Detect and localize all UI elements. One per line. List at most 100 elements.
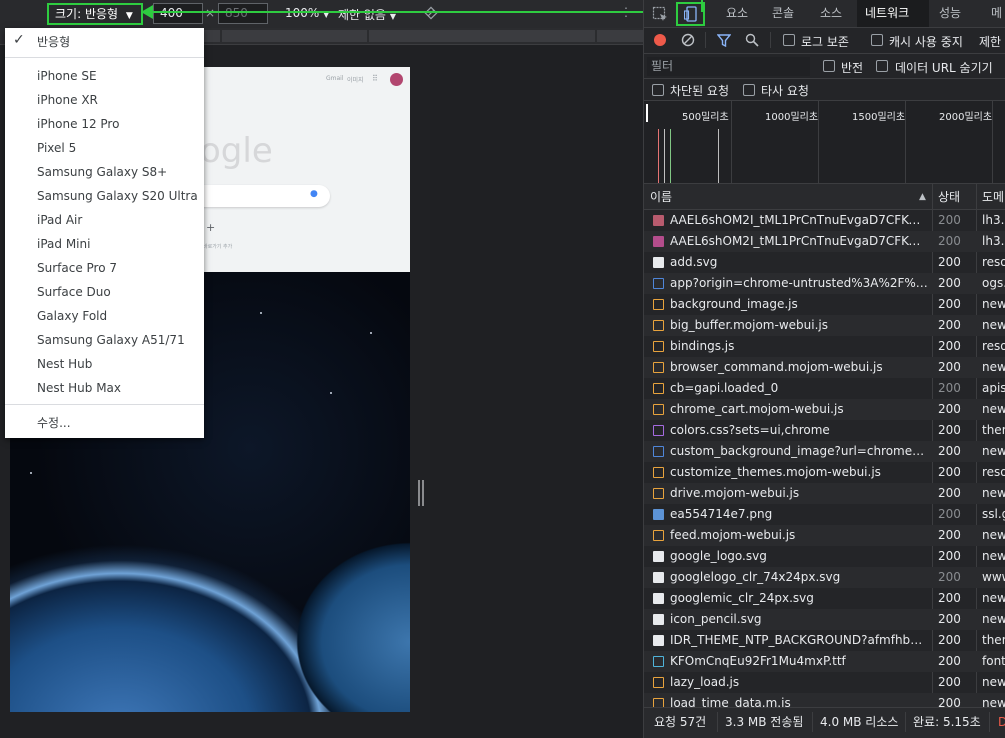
table-row[interactable]: browser_command.mojom-webui.js 200 new-: [644, 357, 1005, 378]
request-status: 200: [938, 276, 961, 290]
apps-icon[interactable]: ⠿: [372, 74, 378, 83]
add-shortcut-icon[interactable]: +: [206, 221, 215, 234]
request-name: icon_pencil.svg: [670, 612, 762, 626]
request-status: 200: [938, 612, 961, 626]
blocked-requests-checkbox[interactable]: [652, 84, 664, 96]
table-row[interactable]: icon_pencil.svg 200 new-: [644, 609, 1005, 630]
mic-icon[interactable]: ●: [310, 189, 318, 199]
request-name: cb=gapi.loaded_0: [670, 381, 779, 395]
search-icon[interactable]: [745, 33, 759, 47]
table-row[interactable]: AAEL6shOM2I_tML1PrCnTnuEvgaD7CFKOsyeM...…: [644, 231, 1005, 252]
request-domain: new-: [982, 528, 1005, 542]
table-row[interactable]: background_image.js 200 new-: [644, 294, 1005, 315]
menu-item-device[interactable]: Surface Duo: [5, 280, 204, 304]
width-input[interactable]: 400: [153, 3, 203, 24]
table-row[interactable]: big_buffer.mojom-webui.js 200 new-: [644, 315, 1005, 336]
menu-item-device[interactable]: Nest Hub: [5, 352, 204, 376]
hide-data-urls-checkbox[interactable]: [876, 60, 888, 72]
table-row[interactable]: ea554714e7.png 200 ssl.g: [644, 504, 1005, 525]
filter-icon[interactable]: [717, 34, 731, 47]
resize-handle[interactable]: [418, 480, 424, 506]
column-name-header[interactable]: 이름 ▲: [644, 184, 932, 210]
preserve-log-checkbox[interactable]: [783, 34, 795, 46]
invert-checkbox[interactable]: [823, 60, 835, 72]
table-row[interactable]: google_logo.svg 200 new-: [644, 546, 1005, 567]
menu-item-device[interactable]: iPhone XR: [5, 88, 204, 112]
table-row[interactable]: drive.mojom-webui.js 200 new-: [644, 483, 1005, 504]
request-domain: apis.: [982, 381, 1005, 395]
table-row[interactable]: customize_themes.mojom-webui.js 200 reso: [644, 462, 1005, 483]
table-row[interactable]: add.svg 200 reso: [644, 252, 1005, 273]
filter-input[interactable]: 필터: [647, 57, 810, 76]
height-input[interactable]: 850: [218, 3, 268, 24]
request-name: browser_command.mojom-webui.js: [670, 360, 883, 374]
tab-network[interactable]: 네트워크: [857, 0, 929, 27]
menu-item-device[interactable]: iPad Mini: [5, 232, 204, 256]
column-domain-header[interactable]: 도메: [976, 184, 1005, 210]
menu-item-device[interactable]: iPad Air: [5, 208, 204, 232]
rotate-icon[interactable]: [424, 6, 438, 20]
hide-data-urls-label: 데이터 URL 숨기기: [895, 61, 993, 75]
tab-console[interactable]: 콘솔: [764, 0, 802, 27]
tab-more[interactable]: 메: [983, 0, 1005, 27]
tab-performance[interactable]: 성능: [931, 0, 969, 27]
star: [330, 392, 332, 394]
throttle-select[interactable]: 제한: [979, 33, 1001, 50]
images-link[interactable]: 이미지: [347, 75, 364, 84]
table-row[interactable]: app?origin=chrome-untrusted%3A%2F%2Fne..…: [644, 273, 1005, 294]
request-status: 200: [938, 318, 961, 332]
third-party-checkbox[interactable]: [743, 84, 755, 96]
gmail-link[interactable]: Gmail: [326, 75, 344, 82]
tab-sources[interactable]: 소스: [812, 0, 850, 27]
menu-divider: [5, 57, 204, 58]
column-status-header[interactable]: 상태: [932, 184, 976, 210]
network-overview-timeline[interactable]: 500밀리초 1000밀리초 1500밀리초 2000밀리초: [644, 101, 1005, 184]
timeline-bar: [658, 129, 659, 183]
file-type-icon: [653, 299, 664, 310]
request-domain: new-: [982, 591, 1005, 605]
menu-item-device[interactable]: Samsung Galaxy S20 Ultra: [5, 184, 204, 208]
dimensions-dropdown[interactable]: 크기: 반응형 ▼: [47, 3, 143, 25]
request-status: 200: [938, 402, 961, 416]
tab-elements[interactable]: 요소: [718, 0, 756, 27]
table-row[interactable]: custom_background_image?url=chrome-untru…: [644, 441, 1005, 462]
menu-item-device[interactable]: iPhone SE: [5, 64, 204, 88]
record-icon[interactable]: [654, 34, 666, 46]
request-domain: new-: [982, 444, 1005, 458]
table-row[interactable]: lazy_load.js 200 new-: [644, 672, 1005, 693]
table-row[interactable]: googlelogo_clr_74x24px.svg 200 www: [644, 567, 1005, 588]
avatar[interactable]: [390, 73, 403, 86]
timeline-bar: [718, 129, 719, 183]
table-row[interactable]: KFOmCnqEu92Fr1Mu4mxP.ttf 200 fonts: [644, 651, 1005, 672]
menu-item-device[interactable]: Surface Pro 7: [5, 256, 204, 280]
zoom-dropdown[interactable]: 100% ▼: [285, 6, 329, 20]
table-row[interactable]: load_time_data.m.js 200 new-: [644, 693, 1005, 707]
inspect-element-icon[interactable]: [652, 6, 668, 22]
table-row[interactable]: bindings.js 200 reso: [644, 336, 1005, 357]
table-row[interactable]: googlemic_clr_24px.svg 200 new-: [644, 588, 1005, 609]
menu-item-device[interactable]: Pixel 5: [5, 136, 204, 160]
menu-item-device[interactable]: iPhone 12 Pro: [5, 112, 204, 136]
table-row[interactable]: colors.css?sets=ui,chrome 200 them: [644, 420, 1005, 441]
request-name: add.svg: [670, 255, 718, 269]
throttle-dropdown[interactable]: 제한 없음 ▼: [338, 6, 396, 23]
menu-item-device[interactable]: Nest Hub Max: [5, 376, 204, 400]
table-row[interactable]: chrome_cart.mojom-webui.js 200 new-: [644, 399, 1005, 420]
table-row[interactable]: AAEL6shOM2I_tML1PrCnTnuEvgaD7CFKOsyeM...…: [644, 210, 1005, 231]
table-row[interactable]: feed.mojom-webui.js 200 new-: [644, 525, 1005, 546]
file-type-icon: [653, 215, 664, 226]
request-domain: ssl.g: [982, 507, 1005, 521]
menu-item-responsive[interactable]: 반응형: [5, 30, 204, 54]
disable-cache-checkbox[interactable]: [871, 34, 883, 46]
table-row[interactable]: cb=gapi.loaded_0 200 apis.: [644, 378, 1005, 399]
file-type-icon: [653, 362, 664, 373]
request-status: 200: [938, 255, 961, 269]
request-name: AAEL6shOM2I_tML1PrCnTnuEvgaD7CFKOsyeM...: [670, 213, 928, 227]
menu-item-device[interactable]: Samsung Galaxy S8+: [5, 160, 204, 184]
menu-item-device[interactable]: Galaxy Fold: [5, 304, 204, 328]
request-name: lazy_load.js: [670, 675, 740, 689]
table-row[interactable]: IDR_THEME_NTP_BACKGROUND?afmfhbdfjlfmi..…: [644, 630, 1005, 651]
clear-icon[interactable]: [681, 33, 695, 47]
menu-item-device[interactable]: Samsung Galaxy A51/71: [5, 328, 204, 352]
menu-item-edit[interactable]: 수정...: [5, 411, 204, 435]
